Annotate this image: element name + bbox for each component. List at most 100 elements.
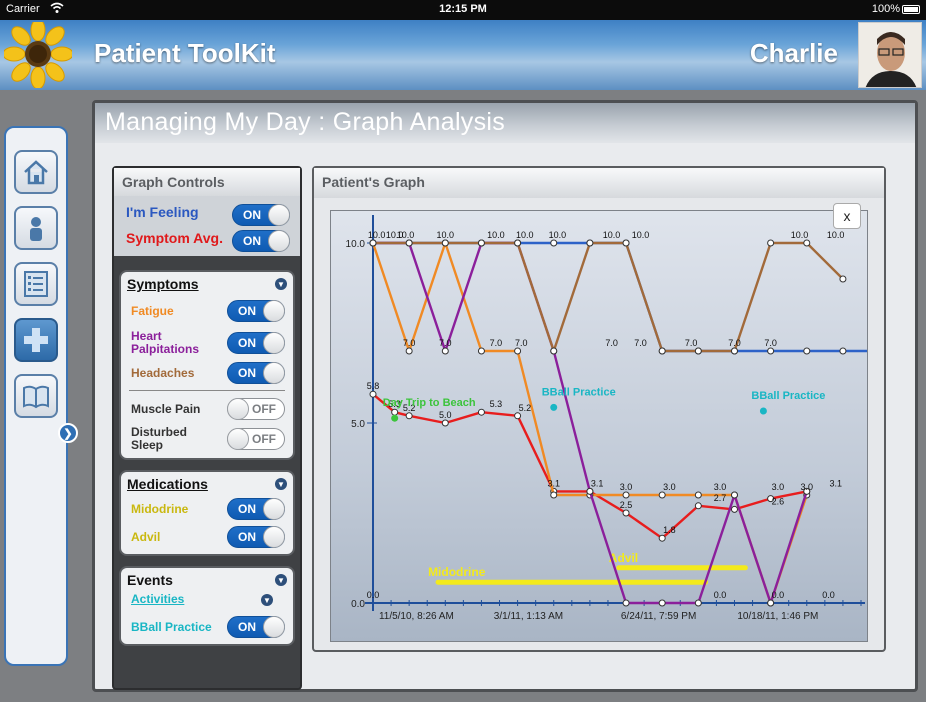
journal-nav-button[interactable]: [14, 374, 58, 418]
status-bar: Carrier 12:15 PM 100%: [0, 0, 926, 20]
symptom-avg-toggle[interactable]: ON: [232, 230, 290, 252]
symptoms-section: Symptoms ▼ Fatigue ON Heart Palpitations…: [119, 270, 295, 460]
graph-analysis-nav-button[interactable]: [14, 318, 58, 362]
data-label: 3.0: [801, 482, 814, 492]
data-label: 7.0: [490, 338, 503, 348]
data-label: 10.0: [516, 230, 534, 240]
data-point: [803, 347, 811, 355]
series-line: [373, 241, 844, 353]
data-point: [730, 491, 738, 499]
data-label: 3.1: [547, 478, 560, 488]
data-point: [405, 239, 413, 247]
data-label: 7.0: [403, 338, 416, 348]
data-point: [441, 419, 449, 427]
symptoms-title[interactable]: Symptoms: [127, 276, 199, 292]
headaches-toggle[interactable]: ON: [227, 362, 285, 384]
bball-practice-toggle[interactable]: ON: [227, 616, 285, 638]
data-label: 10.0: [632, 230, 650, 240]
disturbed-sleep-toggle[interactable]: OFF: [227, 428, 285, 450]
y-tick-label: 10.0: [346, 239, 366, 250]
midodrine-toggle[interactable]: ON: [227, 498, 285, 520]
book-icon: [23, 385, 49, 409]
events-title[interactable]: Events: [127, 572, 173, 588]
toggle-knob: [227, 398, 249, 420]
expand-arrow-icon[interactable]: ❯: [58, 423, 78, 443]
chevron-down-icon[interactable]: ▼: [275, 278, 287, 290]
data-point: [550, 491, 558, 499]
medication-row: Advil ON: [121, 526, 293, 550]
data-point: [622, 491, 630, 499]
home-nav-button[interactable]: [14, 150, 58, 194]
im-feeling-state: ON: [243, 208, 261, 222]
data-label: 5.3: [490, 399, 503, 409]
im-feeling-toggle[interactable]: ON: [232, 204, 290, 226]
muscle-pain-state: OFF: [252, 402, 276, 416]
data-point: [441, 239, 449, 247]
chevron-down-icon[interactable]: ▼: [275, 574, 287, 586]
headaches-state: ON: [238, 366, 256, 380]
plot-area[interactable]: 0.0 5.0 10.0 11/5/10, 8:26 AM 3/1/11, 1:13 A…: [330, 203, 883, 642]
midodrine-label: Midodrine: [131, 502, 189, 516]
bball-practice-state: ON: [238, 620, 256, 634]
checklist-icon: [24, 271, 48, 297]
heart-palpitations-toggle[interactable]: ON: [227, 332, 285, 354]
symptom-row: Headaches ON: [121, 362, 293, 386]
data-point: [694, 491, 702, 499]
app-title: Patient ToolKit: [94, 38, 276, 68]
main-panel: Managing My Day : Graph Analysis Graph C…: [92, 100, 918, 692]
data-point: [694, 347, 702, 355]
data-label: 3.1: [829, 478, 842, 488]
medications-title[interactable]: Medications: [127, 476, 208, 492]
avatar[interactable]: [858, 22, 922, 88]
toggle-knob: [268, 230, 290, 252]
data-point: [405, 347, 413, 355]
data-label: 5.0: [439, 410, 452, 420]
advil-toggle[interactable]: ON: [227, 526, 285, 548]
data-label: 3.1: [591, 478, 604, 488]
data-label: 3.0: [714, 482, 727, 492]
plus-icon: [24, 328, 48, 352]
disturbed-sleep-label: Disturbed Sleep: [131, 425, 188, 452]
data-point: [477, 408, 485, 416]
data-label: 3.0: [620, 482, 633, 492]
series-line: [373, 241, 808, 605]
patient-chart[interactable]: 0.0 5.0 10.0 11/5/10, 8:26 AM 3/1/11, 1:13 A…: [331, 211, 883, 641]
symptom-avg-label: Symptom Avg.: [126, 230, 223, 246]
muscle-pain-toggle[interactable]: OFF: [227, 398, 285, 420]
data-label: 0.0: [822, 590, 835, 600]
data-label: 0.0: [714, 590, 727, 600]
medication-row: Midodrine ON: [121, 498, 293, 522]
data-point: [514, 347, 522, 355]
battery-icon: [902, 5, 920, 14]
data-point: [369, 239, 377, 247]
data-point: [391, 408, 399, 416]
profile-nav-button[interactable]: [14, 206, 58, 250]
data-point: [767, 239, 775, 247]
data-point: [514, 239, 522, 247]
advil-label: Advil: [131, 530, 161, 544]
chevron-down-icon[interactable]: ▼: [275, 478, 287, 490]
data-label: 0.0: [367, 590, 380, 600]
toggle-knob: [263, 616, 285, 638]
toggle-knob: [263, 362, 285, 384]
fatigue-toggle[interactable]: ON: [227, 300, 285, 322]
data-point: [839, 275, 847, 283]
activities-link[interactable]: Activities: [131, 592, 184, 606]
data-label: 5.8: [367, 381, 380, 391]
divider: [129, 390, 285, 391]
symptom-row: Heart Palpitations ON: [121, 330, 293, 360]
checklist-nav-button[interactable]: [14, 262, 58, 306]
y-tick-label: 0.0: [351, 599, 365, 610]
event-row: BBall Practice ON: [121, 616, 293, 640]
close-button[interactable]: x: [833, 203, 861, 229]
data-point: [441, 347, 449, 355]
person-icon: [30, 217, 42, 241]
app-header: Patient ToolKit Charlie: [0, 20, 926, 90]
data-label: 7.0: [605, 338, 618, 348]
chevron-down-icon[interactable]: ▼: [261, 594, 273, 606]
headaches-label: Headaches: [131, 366, 195, 380]
data-point: [622, 239, 630, 247]
page-title: Managing My Day : Graph Analysis: [105, 108, 506, 136]
data-point: [586, 487, 594, 495]
x-tick-label: 11/5/10, 8:26 AM: [379, 611, 454, 622]
